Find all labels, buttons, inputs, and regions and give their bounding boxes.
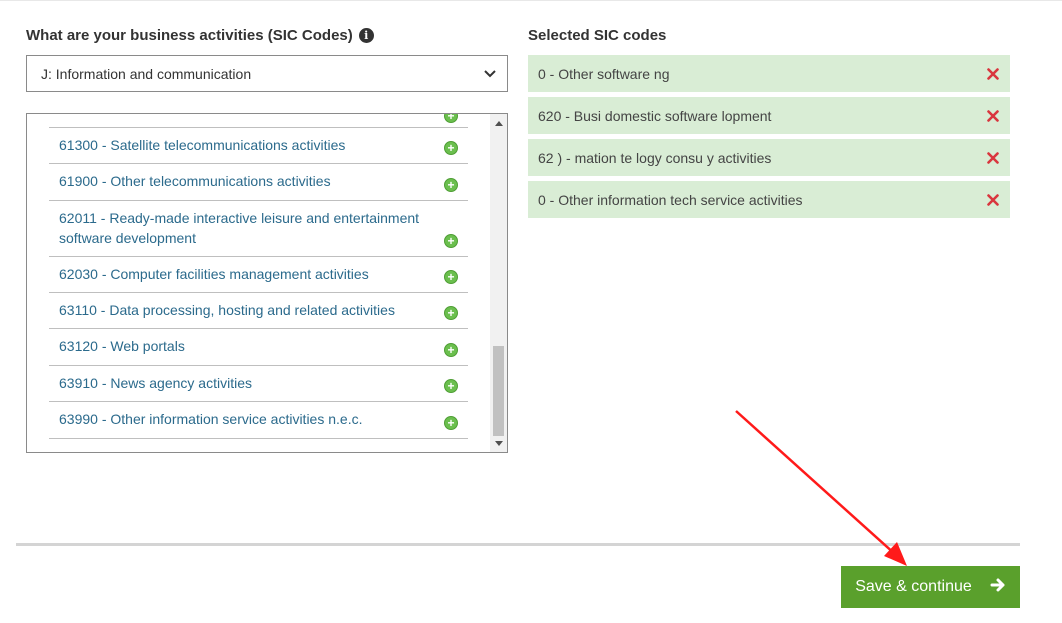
plus-circle-icon[interactable]: + — [444, 343, 458, 357]
list-item-63120[interactable]: 63120 - Web portals + — [49, 329, 468, 366]
list-item-63990[interactable]: 63990 - Other information service activi… — [49, 402, 468, 439]
list-item-label: 62030 - Computer facilities management a… — [59, 266, 369, 282]
list-item-label: 63110 - Data processing, hosting and rel… — [59, 302, 395, 318]
list-item-label: 63990 - Other information service activi… — [59, 411, 363, 427]
sic-section-select[interactable]: J: Information and communication — [26, 55, 508, 92]
sic-codes-list[interactable]: + 61300 - Satellite telecommunications a… — [26, 113, 508, 453]
list-item-label: 62011 - Ready-made interactive leisure a… — [59, 210, 420, 246]
x-icon[interactable] — [986, 109, 1000, 123]
scroll-up-arrow-icon[interactable] — [493, 117, 504, 129]
selected-code-label: 0 - Other software ng — [538, 65, 670, 82]
info-icon[interactable]: i — [358, 28, 374, 43]
plus-circle-icon[interactable]: + — [444, 416, 458, 430]
selected-sic-codes-heading: Selected SIC codes — [528, 27, 667, 44]
plus-circle-icon[interactable]: + — [444, 234, 458, 248]
plus-circle-icon[interactable]: + — [444, 270, 458, 284]
selected-code-2: 620 - Busi domestic software lopment — [528, 97, 1010, 134]
selected-code-1: 0 - Other software ng — [528, 55, 1010, 92]
selected-code-label: 62 ) - mation te logy consu y activities — [538, 149, 772, 166]
scroll-down-arrow-icon[interactable] — [493, 437, 504, 449]
chevron-down-icon — [483, 67, 497, 81]
list-item-label: 61300 - Satellite telecommunications act… — [59, 137, 346, 153]
list-item-62030[interactable]: 62030 - Computer facilities management a… — [49, 257, 468, 293]
arrow-right-icon — [990, 577, 1006, 598]
list-item-label: 63120 - Web portals — [59, 338, 185, 354]
list-scrollbar[interactable] — [490, 114, 507, 452]
list-item-63910[interactable]: 63910 - News agency activities + — [49, 366, 468, 402]
x-icon[interactable] — [986, 67, 1000, 81]
list-item-63110[interactable]: 63110 - Data processing, hosting and rel… — [49, 293, 468, 329]
x-icon[interactable] — [986, 193, 1000, 207]
list-item-61900[interactable]: 61900 - Other telecommunications activit… — [49, 164, 468, 201]
scrollbar-thumb[interactable] — [493, 346, 504, 436]
list-item-label: 61900 - Other telecommunications activit… — [59, 173, 331, 189]
x-icon[interactable] — [986, 151, 1000, 165]
save-continue-button[interactable]: Save & continue — [841, 566, 1020, 608]
plus-circle-icon[interactable]: + — [444, 141, 458, 155]
plus-circle-icon[interactable]: + — [444, 306, 458, 320]
sic-section-select-value: J: Information and communication — [41, 65, 252, 82]
list-item-62011[interactable]: 62011 - Ready-made interactive leisure a… — [49, 201, 468, 257]
selected-code-4: 0 - Other information tech service activ… — [528, 181, 1010, 218]
list-item-partial: + — [49, 114, 468, 128]
plus-circle-icon[interactable]: + — [444, 114, 458, 123]
business-activities-heading-text: What are your business activities (SIC C… — [26, 27, 353, 44]
plus-circle-icon[interactable]: + — [444, 178, 458, 192]
plus-circle-icon[interactable]: + — [444, 379, 458, 393]
form-divider — [16, 543, 1020, 546]
business-activities-heading: What are your business activities (SIC C… — [26, 27, 374, 44]
list-item-61300[interactable]: 61300 - Satellite telecommunications act… — [49, 128, 468, 164]
save-continue-label: Save & continue — [855, 578, 972, 595]
list-item-label: 63910 - News agency activities — [59, 375, 252, 391]
selected-code-label: 620 - Busi domestic software lopment — [538, 107, 772, 124]
top-border — [0, 0, 1062, 1]
selected-code-3: 62 ) - mation te logy consu y activities — [528, 139, 1010, 176]
selected-code-label: 0 - Other information tech service activ… — [538, 191, 803, 208]
